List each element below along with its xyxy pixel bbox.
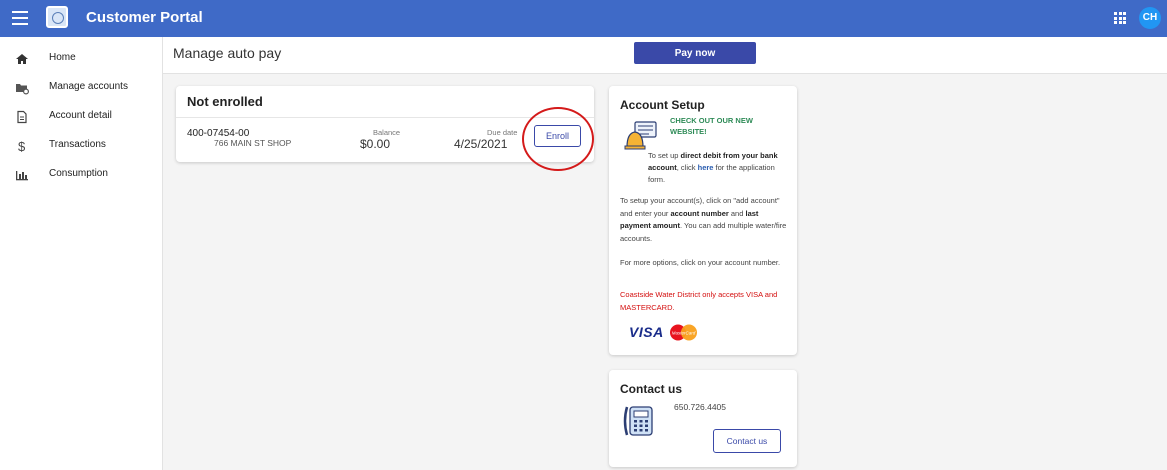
visa-logo: VISA xyxy=(629,324,664,340)
sidebar-item-consumption[interactable]: Consumption xyxy=(0,163,162,189)
logo xyxy=(46,6,68,28)
top-app-bar: Customer Portal CH xyxy=(0,0,1167,37)
document-icon xyxy=(17,110,27,124)
setup-text-2: and xyxy=(728,208,746,218)
pay-now-button[interactable]: Pay now xyxy=(634,42,756,64)
dd-text-2: , click xyxy=(676,163,698,172)
auto-pay-card: Not enrolled 400-07454-00 766 MAIN ST SH… xyxy=(176,86,594,171)
setup-bold-1: account number xyxy=(670,208,729,218)
hamburger-menu-icon[interactable] xyxy=(12,11,28,25)
account-setup-title: Account Setup xyxy=(620,98,705,112)
due-date-label: Due date xyxy=(487,128,518,137)
enrollment-status: Not enrolled xyxy=(187,94,263,109)
account-setup-card: Account Setup CHECK OUT OUR NEW WEBSITE!… xyxy=(609,86,797,355)
contact-card: Contact us 650.726.4405 Contact us xyxy=(609,370,797,467)
sidebar-item-home[interactable]: Home xyxy=(0,47,162,73)
sidebar: Home Manage accounts Account detail $ Tr… xyxy=(0,37,163,470)
folder-gear-icon xyxy=(16,84,29,95)
svg-text:MasterCard: MasterCard xyxy=(672,331,696,336)
contact-title: Contact us xyxy=(620,382,683,396)
sidebar-item-label: Home xyxy=(49,52,76,63)
account-address: 766 MAIN ST SHOP xyxy=(214,138,292,148)
sidebar-item-label: Account detail xyxy=(49,110,112,121)
app-title: Customer Portal xyxy=(86,9,203,26)
sidebar-item-label: Consumption xyxy=(49,168,108,179)
balance-label: Balance xyxy=(373,128,401,137)
divider xyxy=(176,117,594,118)
user-avatar[interactable]: CH xyxy=(1139,7,1161,29)
dd-text-1: To set up xyxy=(648,151,681,160)
card-acceptance-notice: Coastside Water District only accepts VI… xyxy=(620,290,778,312)
dollar-icon: $ xyxy=(18,139,26,153)
mastercard-logo: MasterCard xyxy=(670,324,697,341)
sidebar-item-label: Transactions xyxy=(49,139,106,150)
bell-notification-icon xyxy=(624,121,657,150)
apps-grid-icon[interactable] xyxy=(1114,12,1126,24)
phone-number: 650.726.4405 xyxy=(674,402,726,412)
new-website-notice: CHECK OUT OUR NEW WEBSITE! xyxy=(670,116,753,136)
direct-debit-text: To set up direct debit from your bank ac… xyxy=(620,150,790,186)
page-header: Manage auto pay Pay now xyxy=(163,37,1167,74)
application-form-link[interactable]: here xyxy=(698,163,714,172)
setup-instructions: To setup your account(s), click on "add … xyxy=(620,195,790,245)
desk-phone-icon xyxy=(623,406,653,436)
due-date-value: 4/25/2021 xyxy=(454,137,508,151)
contact-us-button[interactable]: Contact us xyxy=(713,429,781,453)
sidebar-item-label: Manage accounts xyxy=(49,81,128,92)
sidebar-item-account-detail[interactable]: Account detail xyxy=(0,105,162,131)
enroll-button[interactable]: Enroll xyxy=(534,125,581,147)
page-title: Manage auto pay xyxy=(173,45,282,61)
svg-text:$: $ xyxy=(18,139,26,153)
sidebar-item-manage-accounts[interactable]: Manage accounts xyxy=(0,76,162,102)
home-icon xyxy=(16,54,28,64)
sidebar-item-transactions[interactable]: $ Transactions xyxy=(0,134,162,160)
more-options-text: For more options, click on your account … xyxy=(620,258,781,267)
balance-value: $0.00 xyxy=(360,137,391,151)
bar-chart-icon xyxy=(16,171,28,181)
